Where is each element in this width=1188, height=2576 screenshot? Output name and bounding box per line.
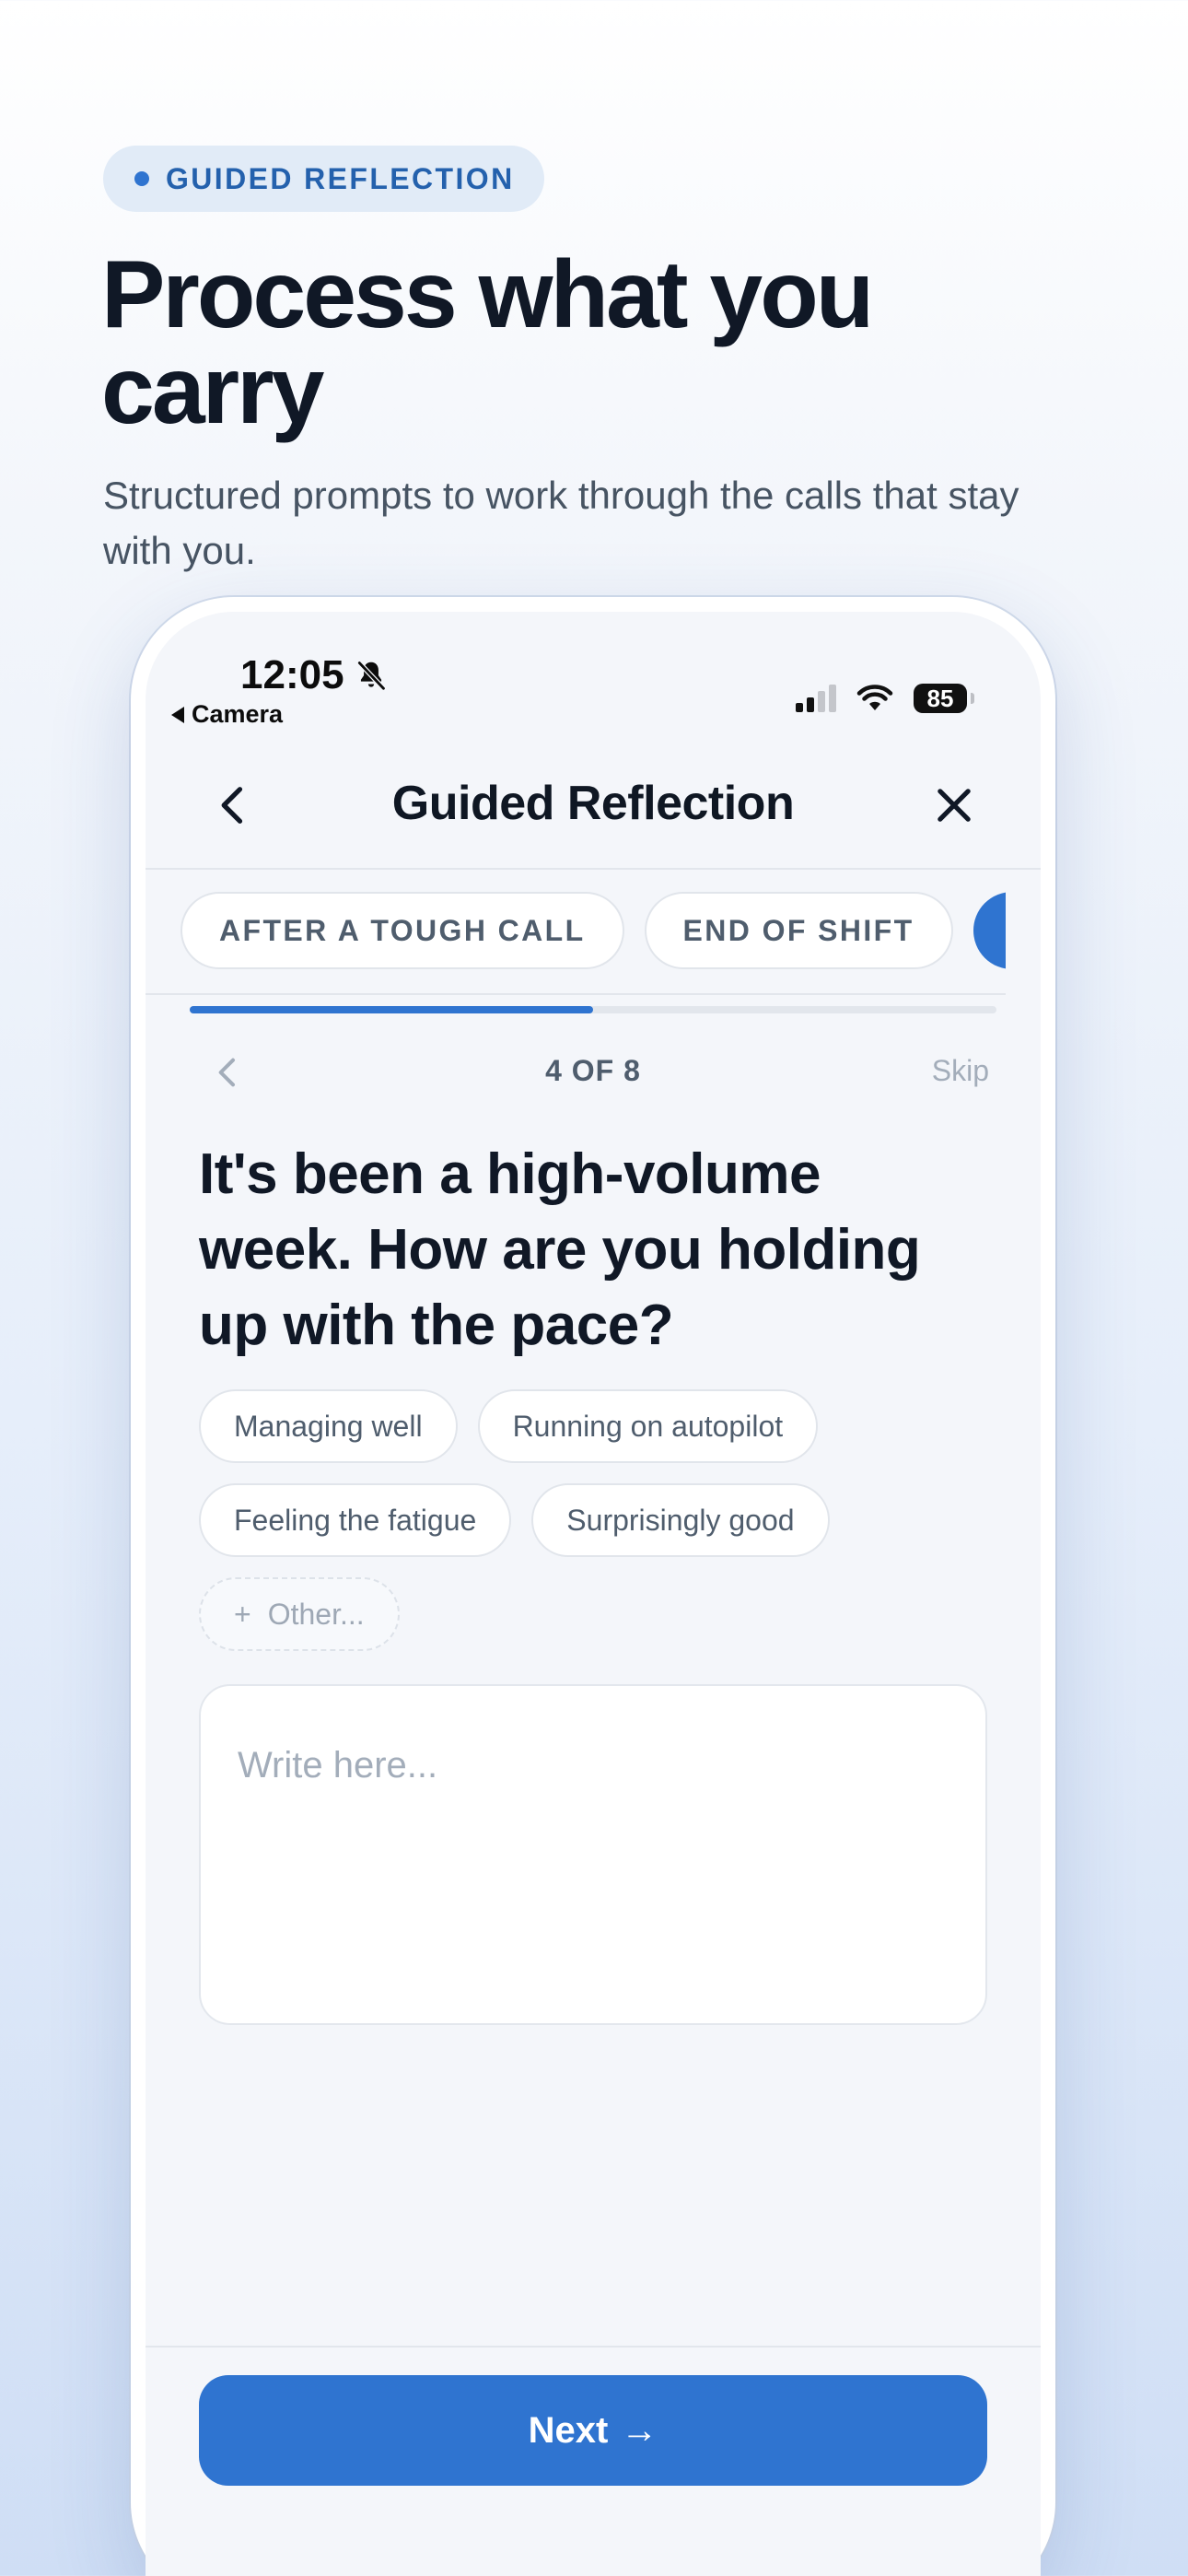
option-chip[interactable]: Running on autopilot: [477, 1389, 819, 1463]
feature-eyebrow-badge: GUIDED REFLECTION: [103, 146, 544, 212]
next-button[interactable]: Next →: [199, 2375, 987, 2486]
step-counter: 4 OF 8: [545, 1054, 641, 1087]
bell-slash-icon: [356, 660, 386, 691]
battery-level: 85: [926, 684, 954, 712]
progress-bar: [190, 1006, 996, 1013]
status-indicators: 85: [796, 684, 974, 713]
other-option-label: Other...: [267, 1597, 365, 1631]
option-chip[interactable]: Surprisingly good: [531, 1483, 830, 1557]
wifi-icon: [856, 685, 893, 710]
back-app-label: Camera: [192, 700, 284, 728]
eyebrow-label: GUIDED REFLECTION: [166, 161, 515, 195]
skip-button[interactable]: Skip: [932, 1054, 989, 1088]
app-screen: 12:05 Camera 85 Guided Reflection AFTER …: [146, 612, 1041, 2576]
step-row: 4 OF 8 Skip: [190, 1045, 996, 1100]
plus-icon: +: [234, 1597, 251, 1631]
close-icon[interactable]: [930, 781, 978, 829]
arrow-right-icon: →: [621, 2409, 658, 2451]
footer-bar: Next →: [146, 2346, 1041, 2576]
battery-icon: 85: [914, 684, 974, 713]
screen-title: Guided Reflection: [391, 777, 795, 830]
tab-after-a-tough-call[interactable]: AFTER A TOUGH CALL: [181, 892, 624, 969]
clock-label: 12:05: [240, 652, 344, 697]
next-label: Next: [528, 2409, 609, 2451]
tab-jus[interactable]: JUS: [973, 892, 1006, 969]
phone-frame: 12:05 Camera 85 Guided Reflection AFTER …: [131, 597, 1055, 2576]
tab-end-of-shift[interactable]: END OF SHIFT: [644, 892, 953, 969]
navigation-bar: Guided Reflection: [146, 741, 1041, 870]
category-tabs: AFTER A TOUGH CALL END OF SHIFT JUS: [146, 870, 1006, 995]
option-chip[interactable]: Managing well: [199, 1389, 458, 1463]
answer-options: Managing well Running on autopilot Feeling…: [199, 1389, 991, 1651]
option-chip[interactable]: Feeling the fatigue: [199, 1483, 512, 1557]
progress-fill: [190, 1006, 593, 1013]
marketing-subhead: Structured prompts to work through the c…: [103, 474, 1019, 572]
marketing-headline: Process what you carry: [101, 241, 874, 444]
eyebrow-dot-icon: [134, 171, 149, 186]
other-option-chip[interactable]: + Other...: [199, 1577, 400, 1651]
back-triangle-icon: [171, 706, 184, 723]
back-to-app-link[interactable]: Camera: [171, 700, 283, 729]
signal-icon: [796, 685, 836, 712]
response-textarea[interactable]: [199, 1684, 987, 2025]
status-time: 12:05: [240, 652, 389, 698]
reflection-question: It's been a high-volume week. How are yo…: [199, 1142, 921, 1357]
